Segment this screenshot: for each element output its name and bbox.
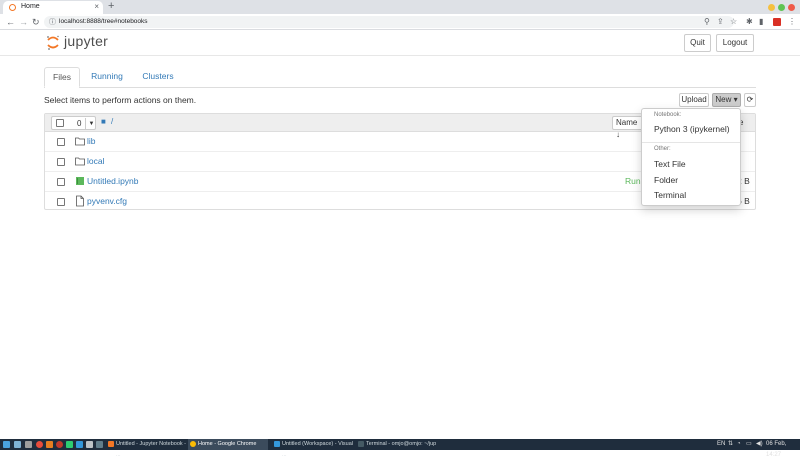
tab-title: Home bbox=[21, 3, 40, 10]
jupyter-logo-text[interactable]: jupyter bbox=[64, 33, 108, 49]
minimize-window-button[interactable] bbox=[768, 4, 775, 11]
menu-divider bbox=[642, 142, 740, 143]
reload-button[interactable]: ↻ bbox=[32, 15, 40, 29]
app-menu-icon[interactable] bbox=[3, 441, 10, 448]
new-terminal-item[interactable]: Terminal bbox=[654, 190, 686, 200]
keyboard-layout[interactable]: EN bbox=[717, 439, 725, 450]
folder-icon[interactable]: ■ bbox=[101, 117, 106, 126]
tab-close-icon[interactable]: × bbox=[94, 2, 99, 11]
refresh-icon[interactable]: ⟳ bbox=[744, 93, 756, 107]
share-icon[interactable]: ⇪ bbox=[717, 17, 724, 27]
extensions-icon[interactable]: ✱ bbox=[746, 17, 753, 27]
new-folder-item[interactable]: Folder bbox=[654, 175, 678, 185]
tab-files[interactable]: Files bbox=[44, 67, 80, 87]
name-sort-button[interactable]: Name ↓ bbox=[612, 116, 644, 139]
tab-clusters[interactable]: Clusters bbox=[136, 67, 180, 87]
vscode-launcher-icon[interactable] bbox=[76, 441, 83, 448]
new-text-file-item[interactable]: Text File bbox=[654, 159, 686, 169]
side-panel-icon[interactable]: ▮ bbox=[759, 17, 763, 27]
select-all-group[interactable]: 0 ▼ bbox=[51, 116, 96, 130]
folder-icon bbox=[75, 137, 85, 146]
jupyter-task-icon bbox=[108, 441, 114, 447]
file-name-link[interactable]: pyvenv.cfg bbox=[87, 196, 127, 206]
file-name-link[interactable]: lib bbox=[87, 136, 96, 146]
bookmark-star-icon[interactable]: ☆ bbox=[730, 17, 737, 27]
task-jupyter-notebook[interactable]: Untitled - Jupyter Notebook - ... bbox=[106, 439, 186, 458]
wifi-icon[interactable]: ◔ bbox=[737, 439, 741, 450]
terminal-task-icon bbox=[358, 441, 364, 447]
jupyter-header: jupyter Quit Logout bbox=[0, 30, 800, 56]
new-tab-button[interactable]: + bbox=[108, 1, 114, 12]
file-name-link[interactable]: Untitled.ipynb bbox=[87, 176, 139, 186]
browser-launcher-icon[interactable] bbox=[36, 441, 43, 448]
launcher-icon[interactable] bbox=[56, 441, 63, 448]
row-checkbox[interactable] bbox=[57, 178, 65, 186]
file-icon bbox=[76, 195, 84, 207]
jupyter-favicon-icon bbox=[9, 4, 16, 11]
row-checkbox[interactable] bbox=[57, 158, 65, 166]
new-dropdown-menu: Notebook: Python 3 (ipykernel) Other: Te… bbox=[641, 108, 741, 206]
breadcrumb-root[interactable]: / bbox=[111, 117, 113, 126]
task-label: Home - Google Chrome bbox=[198, 441, 257, 447]
volume-icon[interactable]: ◀) bbox=[756, 439, 763, 450]
selected-count: 0 bbox=[77, 119, 82, 128]
launcher-icon[interactable] bbox=[66, 441, 73, 448]
folder-icon bbox=[75, 157, 85, 166]
vscode-task-icon bbox=[274, 441, 280, 447]
select-menu-caret-icon[interactable]: ▼ bbox=[85, 118, 97, 130]
browser-tab-home[interactable]: Home × bbox=[3, 1, 103, 14]
chrome-task-icon bbox=[190, 441, 196, 447]
select-all-checkbox[interactable] bbox=[56, 119, 64, 127]
notebook-icon bbox=[76, 177, 84, 185]
desktop-taskbar: Untitled - Jupyter Notebook - ... Home -… bbox=[0, 439, 800, 458]
tab-running[interactable]: Running bbox=[84, 67, 130, 87]
other-section-header: Other: bbox=[654, 146, 671, 152]
tab-divider bbox=[44, 87, 756, 88]
logout-button[interactable]: Logout bbox=[716, 34, 754, 52]
task-label: Terminal - omjo@omjo: ~/jup bbox=[366, 441, 437, 447]
show-desktop-icon[interactable] bbox=[14, 441, 21, 448]
task-terminal[interactable]: Terminal - omjo@omjo: ~/jup bbox=[356, 439, 440, 450]
zoom-icon[interactable]: ⚲ bbox=[704, 17, 710, 27]
instructions-text: Select items to perform actions on them. bbox=[44, 95, 197, 105]
address-bar[interactable]: ⓘ localhost:8888/tree#notebooks bbox=[44, 16, 734, 28]
new-python3-notebook-item[interactable]: Python 3 (ipykernel) bbox=[654, 124, 730, 134]
site-info-icon[interactable]: ⓘ bbox=[49, 17, 56, 27]
files-launcher-icon[interactable] bbox=[25, 441, 32, 448]
row-checkbox[interactable] bbox=[57, 198, 65, 206]
maximize-window-button[interactable] bbox=[778, 4, 785, 11]
forward-button[interactable]: → bbox=[19, 15, 28, 29]
launcher-icon[interactable] bbox=[86, 441, 93, 448]
launcher-icon[interactable] bbox=[96, 441, 103, 448]
url-text: localhost:8888/tree#notebooks bbox=[59, 18, 148, 25]
file-name-link[interactable]: local bbox=[87, 156, 104, 166]
close-window-button[interactable] bbox=[788, 4, 795, 11]
browser-tab-strip: Home × + bbox=[0, 0, 800, 14]
launcher-icon[interactable] bbox=[46, 441, 53, 448]
browser-toolbar: ← → ↻ ⓘ localhost:8888/tree#notebooks bbox=[0, 14, 800, 30]
quit-button[interactable]: Quit bbox=[684, 34, 711, 52]
profile-avatar-icon[interactable] bbox=[773, 18, 781, 26]
new-dropdown-button[interactable]: New ▾ bbox=[712, 93, 741, 107]
upload-button[interactable]: Upload bbox=[679, 93, 709, 107]
clock[interactable]: 06 Feb, 14:27 bbox=[766, 439, 800, 461]
battery-icon[interactable]: ▭ bbox=[746, 439, 752, 450]
notebook-section-header: Notebook: bbox=[654, 112, 682, 118]
network-icon[interactable]: ⇅ bbox=[728, 439, 733, 450]
row-checkbox[interactable] bbox=[57, 138, 65, 146]
task-chrome-home[interactable]: Home - Google Chrome bbox=[188, 439, 268, 450]
back-button[interactable]: ← bbox=[6, 15, 15, 29]
jupyter-logo-icon[interactable] bbox=[46, 35, 60, 50]
browser-menu-icon[interactable]: ⋮ bbox=[788, 17, 796, 27]
task-vscode[interactable]: Untitled (Workspace) - Visual ... bbox=[272, 439, 354, 458]
